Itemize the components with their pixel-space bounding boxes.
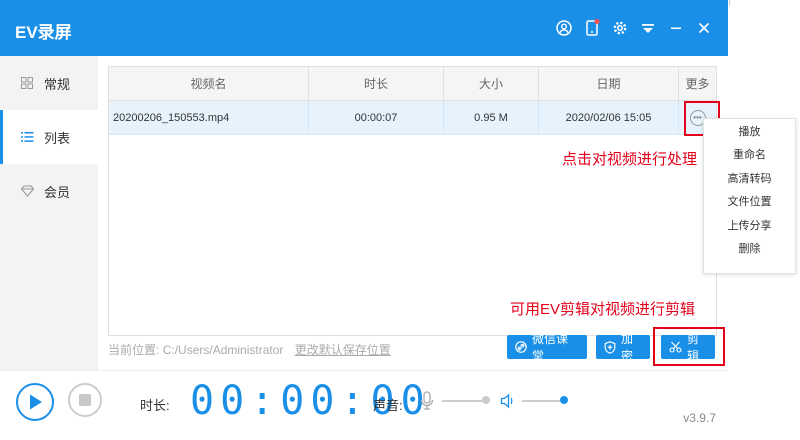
wechat-class-label: 微信课堂: [532, 332, 569, 363]
context-menu: 播放 重命名 高清转码 文件位置 上传分享 删除: [703, 118, 796, 274]
edit-annotation: 可用EV剪辑对视频进行剪辑: [510, 301, 696, 318]
speaker-icon[interactable]: [500, 393, 514, 412]
menu-item-file-location[interactable]: 文件位置: [704, 190, 795, 214]
save-location-label: 当前位置:: [108, 343, 160, 357]
video-name-cell: 20200206_150553.mp4: [109, 101, 309, 134]
table-row[interactable]: 20200206_150553.mp4 00:00:07 0.95 M 2020…: [109, 101, 716, 135]
video-duration-cell: 00:00:07: [309, 101, 444, 134]
sidebar-item-member[interactable]: 会员: [0, 164, 98, 218]
sidebar-item-list[interactable]: 列表: [0, 110, 98, 164]
version-label: v3.9.7: [683, 411, 716, 425]
app-window: EV录屏 常规 列表 会员 视频名 时长 大小 日期 更多 20200206_1…: [0, 0, 728, 440]
video-size-cell: 0.95 M: [444, 101, 539, 134]
play-button[interactable]: [16, 383, 54, 421]
menu-item-upload-share[interactable]: 上传分享: [704, 213, 795, 237]
sidebar: 常规 列表 会员: [0, 56, 98, 370]
divider: [729, 0, 730, 6]
link-icon: [515, 341, 527, 353]
menu-item-hd-transcode[interactable]: 高清转码: [704, 166, 795, 190]
microphone-volume-handle[interactable]: [482, 396, 490, 404]
title-bar-controls: [550, 16, 718, 40]
save-location: 当前位置: C:/Users/Administrator 更改默认保存位置: [108, 341, 391, 358]
mobile-icon[interactable]: [578, 16, 606, 40]
microphone-icon[interactable]: [420, 391, 434, 411]
menu-down-icon[interactable]: [634, 16, 662, 40]
diamond-icon: [20, 184, 34, 198]
encrypt-button[interactable]: 加密: [596, 332, 650, 363]
app-title: EV录屏: [15, 23, 72, 42]
main-content: 视频名 时长 大小 日期 更多 20200206_150553.mp4 00:0…: [98, 56, 728, 370]
video-table: 视频名 时长 大小 日期 更多 20200206_150553.mp4 00:0…: [108, 66, 717, 336]
volume-label: 声音:: [373, 398, 403, 413]
column-header-more: 更多: [685, 77, 710, 91]
column-header-date[interactable]: 日期: [539, 67, 679, 100]
duration-label: 时长:: [140, 398, 170, 413]
grid-icon: [20, 76, 34, 90]
play-icon: [30, 394, 42, 410]
more-options-annotation: 点击对视频进行处理: [562, 151, 698, 168]
menu-item-delete[interactable]: 删除: [704, 237, 795, 261]
column-header-size[interactable]: 大小: [444, 67, 539, 100]
encrypt-label: 加密: [621, 332, 634, 363]
speaker-volume-handle[interactable]: [560, 396, 568, 404]
title-bar: EV录屏: [0, 0, 728, 56]
column-header-duration[interactable]: 时长: [309, 67, 444, 100]
gear-icon[interactable]: [606, 16, 634, 40]
shield-icon: [604, 340, 616, 354]
sidebar-item-general[interactable]: 常规: [0, 56, 98, 110]
stop-button[interactable]: [68, 383, 102, 417]
speaker-volume-slider[interactable]: [522, 400, 562, 402]
column-header-name[interactable]: 视频名: [109, 67, 309, 100]
table-header: 视频名 时长 大小 日期 更多: [109, 67, 716, 101]
menu-item-rename[interactable]: 重命名: [704, 143, 795, 167]
recording-bar: 时长: 00:00:00 声音: v3.9.7: [0, 370, 728, 440]
video-date-cell: 2020/02/06 15:05: [539, 101, 679, 134]
user-icon[interactable]: [550, 16, 578, 40]
sidebar-item-label: 常规: [44, 76, 71, 92]
minimize-icon[interactable]: [662, 16, 690, 40]
list-icon: [20, 130, 34, 144]
change-save-location-link[interactable]: 更改默认保存位置: [295, 343, 391, 357]
close-icon[interactable]: [690, 16, 718, 40]
edit-button-highlight: [653, 327, 725, 366]
save-location-path: C:/Users/Administrator: [162, 343, 284, 357]
sidebar-item-label: 列表: [44, 130, 71, 146]
menu-item-play[interactable]: 播放: [704, 119, 795, 143]
wechat-class-button[interactable]: 微信课堂: [507, 332, 587, 363]
stop-icon: [79, 394, 91, 406]
sidebar-item-label: 会员: [44, 184, 71, 200]
